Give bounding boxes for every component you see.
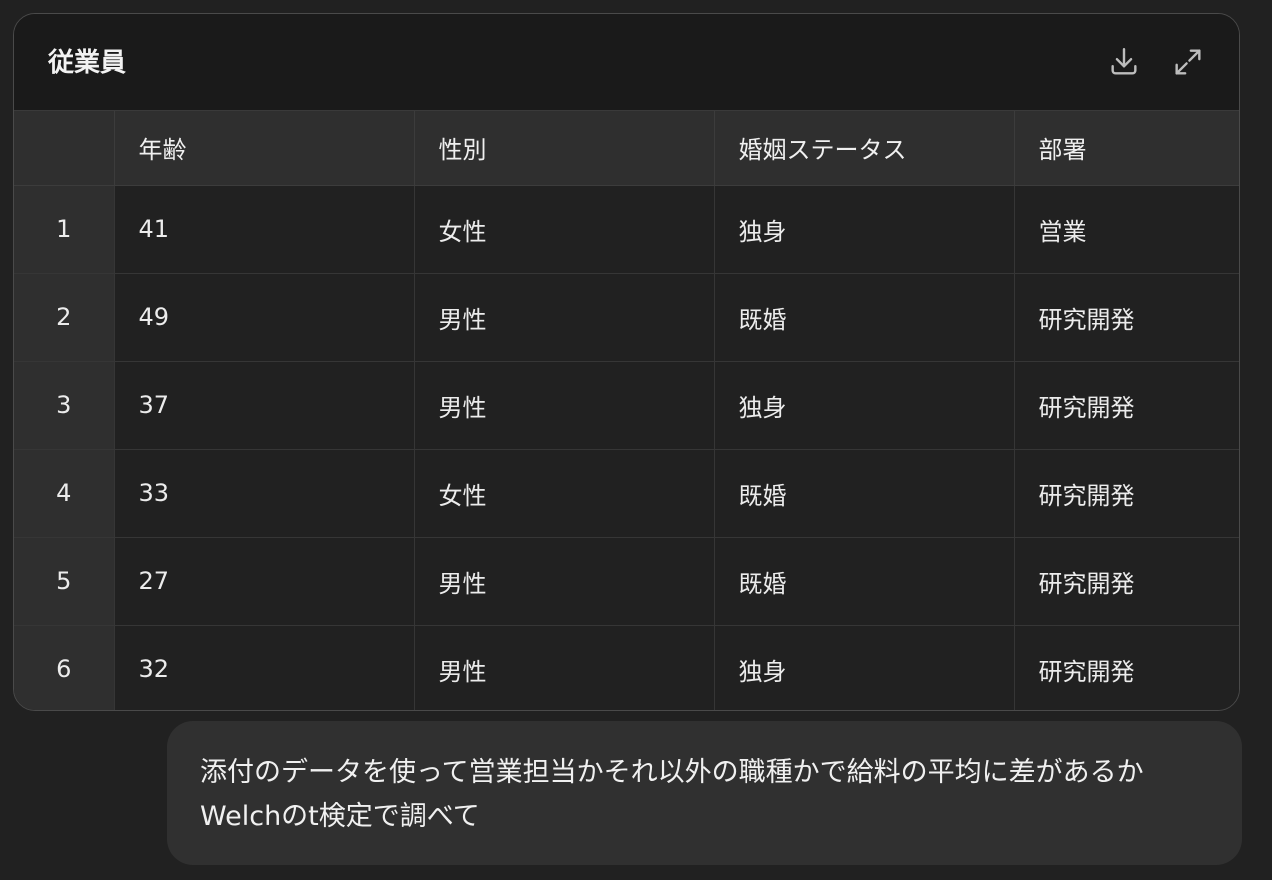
chat-page: 従業員 年齢 性別 婚姻ステータス 部署 1 41 女性 独身 営業 2 49 … bbox=[0, 0, 1272, 880]
table-row: 6 32 男性 独身 研究開発 bbox=[14, 625, 1239, 710]
data-table-card: 従業員 年齢 性別 婚姻ステータス 部署 1 41 女性 独身 営業 2 49 … bbox=[13, 13, 1240, 711]
row-index: 2 bbox=[14, 273, 115, 362]
cell-department[interactable]: 研究開発 bbox=[1014, 625, 1239, 710]
cell-age[interactable]: 41 bbox=[114, 185, 415, 274]
row-index: 4 bbox=[14, 449, 115, 538]
cell-gender[interactable]: 女性 bbox=[414, 185, 715, 274]
table-row: 1 41 女性 独身 営業 bbox=[14, 185, 1239, 274]
cell-gender[interactable]: 男性 bbox=[414, 537, 715, 626]
table-title: 従業員 bbox=[48, 48, 127, 78]
row-index: 3 bbox=[14, 361, 115, 450]
cell-gender[interactable]: 男性 bbox=[414, 361, 715, 450]
column-header-age[interactable]: 年齢 bbox=[114, 111, 415, 186]
cell-age[interactable]: 37 bbox=[114, 361, 415, 450]
cell-department[interactable]: 研究開発 bbox=[1014, 273, 1239, 362]
table-row: 2 49 男性 既婚 研究開発 bbox=[14, 273, 1239, 362]
row-index: 6 bbox=[14, 625, 115, 710]
cell-department[interactable]: 研究開発 bbox=[1014, 449, 1239, 538]
expand-icon bbox=[1171, 45, 1205, 79]
download-button[interactable] bbox=[1106, 44, 1142, 80]
table-row: 3 37 男性 独身 研究開発 bbox=[14, 361, 1239, 450]
cell-gender[interactable]: 男性 bbox=[414, 625, 715, 710]
cell-marital-status[interactable]: 既婚 bbox=[714, 449, 1015, 538]
download-icon bbox=[1107, 45, 1141, 79]
cell-marital-status[interactable]: 既婚 bbox=[714, 273, 1015, 362]
row-index: 5 bbox=[14, 537, 115, 626]
table-row: 5 27 男性 既婚 研究開発 bbox=[14, 537, 1239, 626]
cell-age[interactable]: 32 bbox=[114, 625, 415, 710]
user-message-bubble: 添付のデータを使って営業担当かそれ以外の職種かで給料の平均に差があるかWelch… bbox=[167, 721, 1242, 865]
column-header-gender[interactable]: 性別 bbox=[414, 111, 715, 186]
expand-button[interactable] bbox=[1170, 44, 1206, 80]
table-row: 4 33 女性 既婚 研究開発 bbox=[14, 449, 1239, 538]
employee-table: 年齢 性別 婚姻ステータス 部署 1 41 女性 独身 営業 2 49 男性 既… bbox=[14, 111, 1239, 710]
cell-age[interactable]: 27 bbox=[114, 537, 415, 626]
row-index: 1 bbox=[14, 185, 115, 274]
column-header-index bbox=[14, 111, 115, 186]
cell-marital-status[interactable]: 独身 bbox=[714, 361, 1015, 450]
cell-department[interactable]: 研究開発 bbox=[1014, 361, 1239, 450]
cell-marital-status[interactable]: 独身 bbox=[714, 625, 1015, 710]
column-header-marital-status[interactable]: 婚姻ステータス bbox=[714, 111, 1015, 186]
cell-marital-status[interactable]: 既婚 bbox=[714, 537, 1015, 626]
cell-department[interactable]: 研究開発 bbox=[1014, 537, 1239, 626]
cell-gender[interactable]: 男性 bbox=[414, 273, 715, 362]
table-card-header: 従業員 bbox=[14, 14, 1239, 111]
column-header-department[interactable]: 部署 bbox=[1014, 111, 1239, 186]
cell-age[interactable]: 33 bbox=[114, 449, 415, 538]
user-message-text: 添付のデータを使って営業担当かそれ以外の職種かで給料の平均に差があるかWelch… bbox=[200, 757, 1144, 832]
cell-gender[interactable]: 女性 bbox=[414, 449, 715, 538]
table-header-row: 年齢 性別 婚姻ステータス 部署 bbox=[14, 111, 1239, 186]
cell-department[interactable]: 営業 bbox=[1014, 185, 1239, 274]
cell-marital-status[interactable]: 独身 bbox=[714, 185, 1015, 274]
cell-age[interactable]: 49 bbox=[114, 273, 415, 362]
